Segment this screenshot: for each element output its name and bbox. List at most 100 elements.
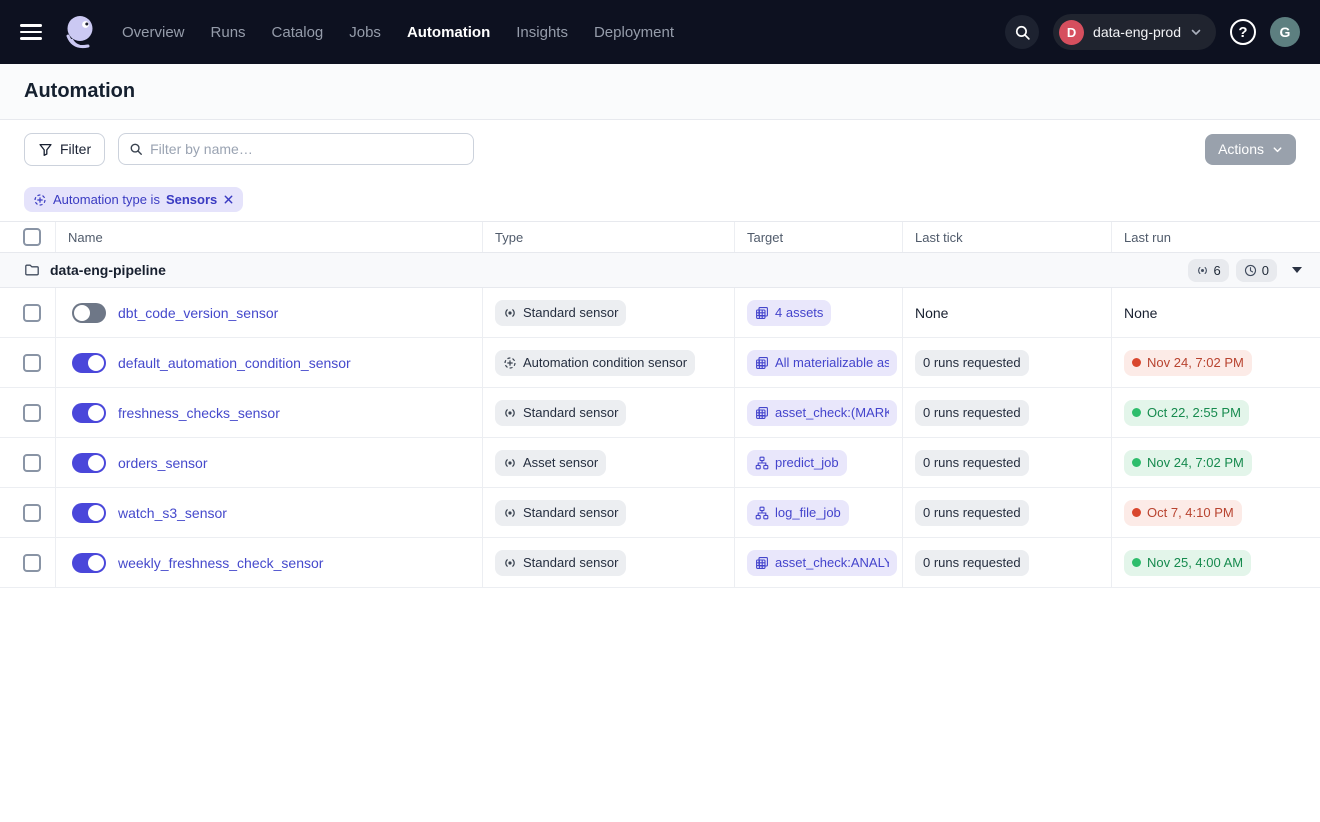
nav-item-insights[interactable]: Insights [516, 24, 568, 41]
nav-item-overview[interactable]: Overview [122, 24, 185, 41]
last-tick-badge: 0 runs requested [915, 500, 1029, 526]
sensor-toggle[interactable] [72, 453, 106, 473]
column-header-target: Target [735, 222, 903, 252]
help-button[interactable]: ? [1230, 19, 1256, 45]
active-filters-row: Automation type is Sensors [0, 178, 1320, 222]
row-checkbox[interactable] [23, 404, 41, 422]
sensor-toggle[interactable] [72, 503, 106, 523]
target-badge[interactable]: asset_check:ANALY [747, 550, 897, 576]
row-checkbox[interactable] [23, 454, 41, 472]
dagster-logo-icon[interactable] [60, 12, 100, 52]
automation-table: NameTypeTargetLast tickLast run data-eng… [0, 222, 1320, 588]
target-icon [755, 306, 769, 320]
sensor-name-link[interactable]: dbt_code_version_sensor [118, 305, 278, 321]
sensor-type-icon [503, 456, 517, 470]
sensor-type-badge: Asset sensor [495, 450, 606, 476]
sensor-icon [1196, 264, 1209, 277]
filter-chip-text: Automation type is [53, 192, 160, 207]
hamburger-menu-icon[interactable] [20, 24, 46, 40]
last-run-cell: Oct 22, 2:55 PM [1112, 388, 1320, 437]
global-search-button[interactable] [1005, 15, 1039, 49]
last-run-badge[interactable]: Nov 24, 7:02 PM [1124, 450, 1252, 476]
chevron-down-icon [1190, 26, 1202, 38]
name-filter-input[interactable] [150, 141, 463, 157]
last-run-cell: Nov 24, 7:02 PM [1112, 338, 1320, 387]
target-badge[interactable]: 4 assets [747, 300, 831, 326]
last-run-cell: Oct 7, 4:10 PM [1112, 488, 1320, 537]
name-filter-field [118, 133, 474, 165]
last-run-value: None [1124, 305, 1157, 321]
filter-chip-automation-type[interactable]: Automation type is Sensors [24, 187, 243, 212]
table-row: dbt_code_version_sensor Standard sensor … [0, 288, 1320, 338]
sensor-name-link[interactable]: default_automation_condition_sensor [118, 355, 351, 371]
sensor-name-link[interactable]: weekly_freshness_check_sensor [118, 555, 323, 571]
sensor-type-badge: Automation condition sensor [495, 350, 695, 376]
repo-group-name: data-eng-pipeline [50, 262, 166, 278]
clock-icon [1244, 264, 1257, 277]
chevron-down-icon [1272, 144, 1283, 155]
target-icon [755, 506, 769, 520]
last-run-badge[interactable]: Nov 25, 4:00 AM [1124, 550, 1251, 576]
row-checkbox[interactable] [23, 354, 41, 372]
filter-button[interactable]: Filter [24, 133, 105, 166]
filter-button-label: Filter [60, 141, 91, 157]
last-run-badge[interactable]: Oct 7, 4:10 PM [1124, 500, 1242, 526]
sensor-toggle[interactable] [72, 403, 106, 423]
collapse-caret-icon[interactable] [1292, 267, 1302, 273]
sensor-type-icon [503, 556, 517, 570]
last-run-badge[interactable]: Nov 24, 7:02 PM [1124, 350, 1252, 376]
sensor-toggle[interactable] [72, 553, 106, 573]
last-tick-cell: 0 runs requested [903, 438, 1112, 487]
actions-button[interactable]: Actions [1205, 134, 1296, 165]
row-checkbox[interactable] [23, 504, 41, 522]
toolbar: Filter Actions [0, 120, 1320, 178]
table-row: freshness_checks_sensor Standard sensor … [0, 388, 1320, 438]
run-status-dot-icon [1132, 508, 1141, 517]
table-row: orders_sensor Asset sensor predict_job 0… [0, 438, 1320, 488]
run-status-dot-icon [1132, 358, 1141, 367]
search-icon [1014, 24, 1031, 41]
sensor-name-link[interactable]: watch_s3_sensor [118, 505, 227, 521]
last-run-badge[interactable]: Oct 22, 2:55 PM [1124, 400, 1249, 426]
sensor-type-icon [503, 406, 517, 420]
repo-group-row[interactable]: data-eng-pipeline 6 0 [0, 253, 1320, 288]
nav-item-runs[interactable]: Runs [211, 24, 246, 41]
select-all-checkbox[interactable] [23, 228, 41, 246]
target-badge[interactable]: predict_job [747, 450, 847, 476]
target-icon [755, 406, 769, 420]
deployment-switcher[interactable]: D data-eng-prod [1053, 14, 1216, 50]
target-badge[interactable]: log_file_job [747, 500, 849, 526]
user-avatar[interactable]: G [1270, 17, 1300, 47]
column-header-last-tick: Last tick [903, 222, 1112, 252]
last-run-cell: None [1112, 288, 1320, 337]
nav-item-jobs[interactable]: Jobs [349, 24, 381, 41]
sensor-toggle[interactable] [72, 353, 106, 373]
row-checkbox[interactable] [23, 554, 41, 572]
sensor-count-badge: 6 [1188, 259, 1229, 282]
last-tick-value: None [915, 305, 948, 321]
sensor-name-link[interactable]: orders_sensor [118, 455, 208, 471]
target-badge[interactable]: All materializable as [747, 350, 897, 376]
nav-item-automation[interactable]: Automation [407, 24, 490, 41]
page-header: Automation [0, 64, 1320, 120]
close-icon[interactable] [223, 194, 234, 205]
run-status-dot-icon [1132, 458, 1141, 467]
nav-item-catalog[interactable]: Catalog [272, 24, 324, 41]
run-status-dot-icon [1132, 408, 1141, 417]
last-tick-cell: 0 runs requested [903, 388, 1112, 437]
target-badge[interactable]: asset_check:(MARK [747, 400, 897, 426]
table-row: default_automation_condition_sensor Auto… [0, 338, 1320, 388]
sensor-type-icon [503, 306, 517, 320]
filter-chip-value: Sensors [166, 192, 217, 207]
nav-item-deployment[interactable]: Deployment [594, 24, 674, 41]
sensor-name-link[interactable]: freshness_checks_sensor [118, 405, 280, 421]
main-nav: Overview Runs Catalog Jobs Automation Insight… [122, 24, 674, 41]
column-header-type: Type [483, 222, 735, 252]
sensor-type-badge: Standard sensor [495, 500, 626, 526]
column-header-last-run: Last run [1112, 222, 1320, 252]
funnel-icon [38, 142, 53, 157]
row-checkbox[interactable] [23, 304, 41, 322]
schedule-count-badge: 0 [1236, 259, 1277, 282]
sensor-toggle[interactable] [72, 303, 106, 323]
last-tick-badge: 0 runs requested [915, 550, 1029, 576]
